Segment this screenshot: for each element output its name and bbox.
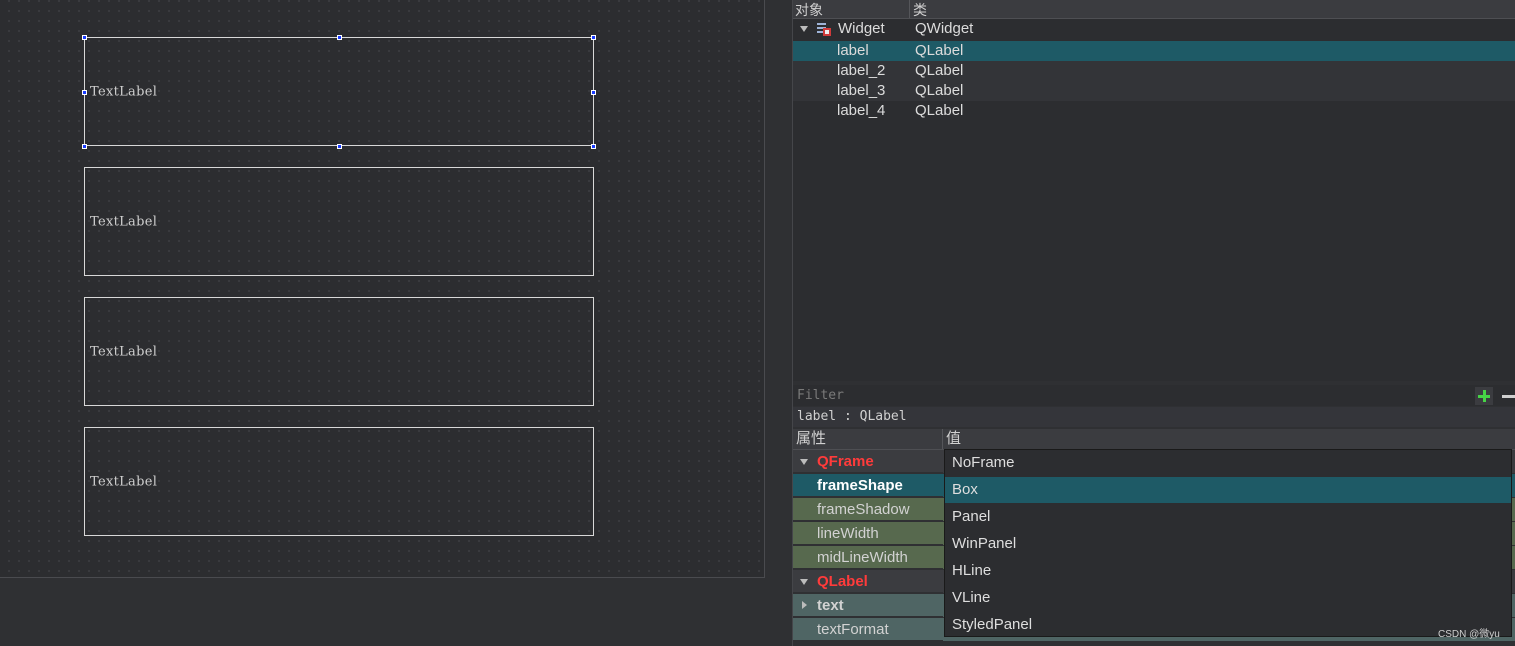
text-label-3[interactable]: TextLabel bbox=[84, 297, 594, 406]
expand-arrow-icon[interactable] bbox=[802, 601, 807, 609]
resize-handle-left[interactable] bbox=[82, 90, 87, 95]
tree-item-class: QLabel bbox=[915, 62, 964, 79]
tree-row-label-3[interactable]: label_3 QLabel bbox=[793, 81, 1515, 101]
property-group-qlabel[interactable]: QLabel bbox=[793, 570, 943, 593]
widget-icon bbox=[817, 23, 831, 36]
value-column-header[interactable]: 值 bbox=[946, 429, 961, 449]
resize-handle-bottom-right[interactable] bbox=[591, 144, 596, 149]
frameshape-dropdown-list[interactable]: NoFrame Box Panel WinPanel HLine VLine S… bbox=[944, 449, 1512, 637]
property-name: QFrame bbox=[817, 453, 874, 470]
text-label-4[interactable]: TextLabel bbox=[84, 427, 594, 536]
property-group-qframe[interactable]: QFrame bbox=[793, 450, 943, 473]
text-label-2[interactable]: TextLabel bbox=[84, 167, 594, 276]
column-divider[interactable] bbox=[909, 0, 910, 18]
side-panels: 对象 类 Widget QWidget label QLabel label_2… bbox=[792, 0, 1515, 646]
property-name: textFormat bbox=[817, 621, 889, 638]
tree-item-name: label_4 bbox=[837, 102, 886, 119]
property-name: QLabel bbox=[817, 573, 868, 590]
tree-row-label-2[interactable]: label_2 QLabel bbox=[793, 61, 1515, 81]
resize-handle-bottom-left[interactable] bbox=[82, 144, 87, 149]
tree-item-name: label_3 bbox=[837, 82, 886, 99]
object-class-text: label : QLabel bbox=[797, 409, 907, 424]
property-row-frameshadow[interactable]: frameShadow bbox=[793, 498, 943, 521]
form-canvas[interactable]: TextLabel TextLabel TextLabel TextLabel bbox=[0, 0, 765, 578]
property-name: frameShadow bbox=[817, 501, 910, 518]
option-label: Box bbox=[952, 481, 978, 498]
tree-item-class: QLabel bbox=[915, 42, 964, 59]
resize-handle-right[interactable] bbox=[591, 90, 596, 95]
option-panel[interactable]: Panel bbox=[945, 504, 1511, 530]
resize-handle-top-left[interactable] bbox=[82, 35, 87, 40]
property-row-textformat[interactable]: textFormat bbox=[793, 618, 943, 641]
option-box[interactable]: Box bbox=[945, 477, 1511, 503]
tree-row-label[interactable]: label QLabel bbox=[793, 41, 1515, 61]
resize-handle-bottom[interactable] bbox=[337, 144, 342, 149]
text-label-1-text: TextLabel bbox=[90, 84, 158, 99]
option-label: VLine bbox=[952, 589, 991, 606]
tree-item-class: QWidget bbox=[915, 20, 974, 37]
option-label: HLine bbox=[952, 562, 992, 579]
property-editor-header: 属性 值 bbox=[793, 429, 1515, 450]
option-styledpanel[interactable]: StyledPanel bbox=[945, 612, 1511, 638]
property-filter[interactable]: Filter bbox=[793, 385, 1515, 406]
text-label-3-text: TextLabel bbox=[90, 344, 158, 359]
editor-background bbox=[0, 578, 792, 646]
property-name: frameShape bbox=[817, 477, 903, 494]
class-column-header[interactable]: 类 bbox=[913, 0, 927, 20]
object-column-header[interactable]: 对象 bbox=[795, 0, 823, 20]
option-noframe[interactable]: NoFrame bbox=[945, 450, 1511, 476]
tree-item-name: label bbox=[837, 42, 869, 59]
resize-handle-top-right[interactable] bbox=[591, 35, 596, 40]
option-hline[interactable]: HLine bbox=[945, 558, 1511, 584]
add-dynamic-property-icon[interactable] bbox=[1475, 387, 1493, 405]
tree-item-name: label_2 bbox=[837, 62, 886, 79]
property-row-midlinewidth[interactable]: midLineWidth bbox=[793, 546, 943, 569]
remove-dynamic-property-icon[interactable] bbox=[1500, 387, 1515, 405]
option-label: NoFrame bbox=[952, 454, 1015, 471]
text-label-4-text: TextLabel bbox=[90, 474, 158, 489]
property-row-linewidth[interactable]: lineWidth bbox=[793, 522, 943, 545]
tree-item-name: Widget bbox=[838, 20, 885, 37]
property-name: text bbox=[817, 597, 844, 614]
object-inspector-tree[interactable]: Widget QWidget label QLabel label_2 QLab… bbox=[793, 19, 1515, 381]
object-inspector-header: 对象 类 bbox=[793, 0, 1515, 19]
property-row-frameshape[interactable]: frameShape bbox=[793, 474, 943, 497]
option-label: WinPanel bbox=[952, 535, 1017, 552]
watermark-text: CSDN @微yu bbox=[1438, 629, 1500, 640]
text-label-2-text: TextLabel bbox=[90, 214, 158, 229]
expand-arrow-icon[interactable] bbox=[800, 26, 808, 32]
column-divider[interactable] bbox=[942, 429, 943, 449]
tree-item-class: QLabel bbox=[915, 82, 964, 99]
tree-item-class: QLabel bbox=[915, 102, 964, 119]
property-row-text[interactable]: text bbox=[793, 594, 943, 617]
filter-input[interactable]: Filter bbox=[797, 385, 844, 406]
option-label: StyledPanel bbox=[952, 616, 1033, 633]
property-name: lineWidth bbox=[817, 525, 879, 542]
collapse-arrow-icon[interactable] bbox=[800, 579, 808, 585]
text-label-1[interactable]: TextLabel bbox=[82, 35, 596, 149]
option-winpanel[interactable]: WinPanel bbox=[945, 531, 1511, 557]
tree-row-label-4[interactable]: label_4 QLabel bbox=[793, 101, 1515, 121]
collapse-arrow-icon[interactable] bbox=[800, 459, 808, 465]
current-object-class: label : QLabel bbox=[793, 407, 1515, 427]
property-column-header[interactable]: 属性 bbox=[796, 429, 826, 449]
option-vline[interactable]: VLine bbox=[945, 585, 1511, 611]
option-label: Panel bbox=[952, 508, 991, 525]
property-name: midLineWidth bbox=[817, 549, 908, 566]
resize-handle-top[interactable] bbox=[337, 35, 342, 40]
tree-row-widget[interactable]: Widget QWidget bbox=[793, 19, 1515, 39]
